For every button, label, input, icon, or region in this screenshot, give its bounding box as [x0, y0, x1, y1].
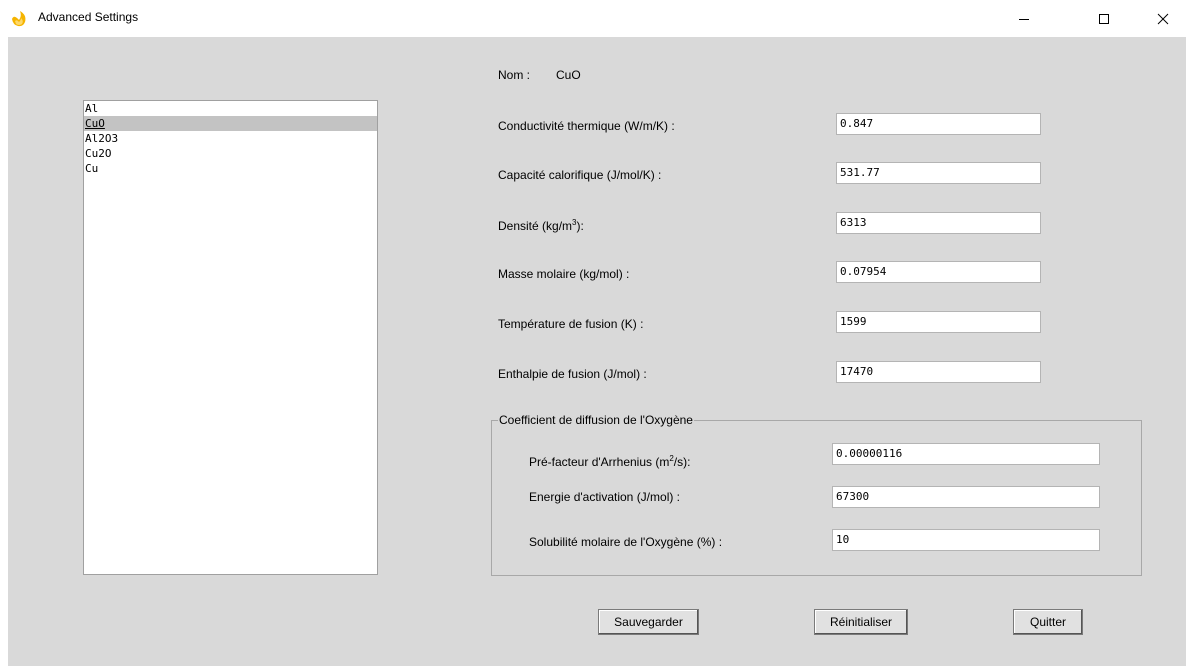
list-item-cu2o[interactable]: Cu2O: [84, 146, 377, 161]
title-bar: Advanced Settings: [0, 0, 1186, 37]
oxygen-solubility-label: Solubilité molaire de l'Oxygène (%) :: [529, 535, 723, 549]
melting-temp-field[interactable]: 1599: [836, 311, 1041, 333]
quit-button[interactable]: Quitter: [1013, 609, 1083, 635]
fusion-enthalpy-field[interactable]: 17470: [836, 361, 1041, 383]
molar-mass-field[interactable]: 0.07954: [836, 261, 1041, 283]
save-button[interactable]: Sauvegarder: [598, 609, 699, 635]
heat-capacity-label: Capacité calorifique (J/mol/K) :: [498, 168, 662, 182]
list-item-cu[interactable]: Cu: [84, 161, 377, 176]
list-item-cuo[interactable]: CuO: [84, 116, 377, 131]
fusion-enthalpy-label: Enthalpie de fusion (J/mol) :: [498, 367, 647, 381]
minimize-button[interactable]: [1001, 0, 1047, 37]
arrhenius-label: Pré-facteur d'Arrhenius (m2/s):: [529, 454, 691, 469]
list-item-al[interactable]: Al: [84, 101, 377, 116]
density-label: Densité (kg/m3):: [498, 218, 584, 233]
oxygen-diffusion-title: Coefficient de diffusion de l'Oxygène: [498, 413, 694, 427]
list-item-al2o3[interactable]: Al2O3: [84, 131, 377, 146]
reset-button[interactable]: Réinitialiser: [814, 609, 908, 635]
activation-energy-label: Energie d'activation (J/mol) :: [529, 490, 681, 504]
close-icon: [1157, 13, 1169, 24]
maximize-icon: [1099, 13, 1109, 24]
density-field[interactable]: 6313: [836, 212, 1041, 234]
melting-temp-label: Température de fusion (K) :: [498, 317, 644, 331]
nom-label: Nom :: [498, 68, 531, 82]
oxygen-solubility-field[interactable]: 10: [832, 529, 1100, 551]
heat-capacity-field[interactable]: 531.77: [836, 162, 1041, 184]
flame-icon: [12, 11, 26, 27]
arrhenius-field[interactable]: 0.00000116: [832, 443, 1100, 465]
activation-energy-field[interactable]: 67300: [832, 486, 1100, 508]
conductivity-label: Conductivité thermique (W/m/K) :: [498, 119, 675, 133]
nom-value: CuO: [556, 68, 581, 82]
close-button[interactable]: [1140, 0, 1186, 37]
materials-listbox[interactable]: Al CuO Al2O3 Cu2O Cu: [83, 100, 378, 575]
window-title: Advanced Settings: [38, 10, 139, 24]
maximize-button[interactable]: [1081, 0, 1127, 37]
conductivity-field[interactable]: 0.847: [836, 113, 1041, 135]
minimize-icon: [1019, 18, 1029, 20]
molar-mass-label: Masse molaire (kg/mol) :: [498, 267, 630, 281]
